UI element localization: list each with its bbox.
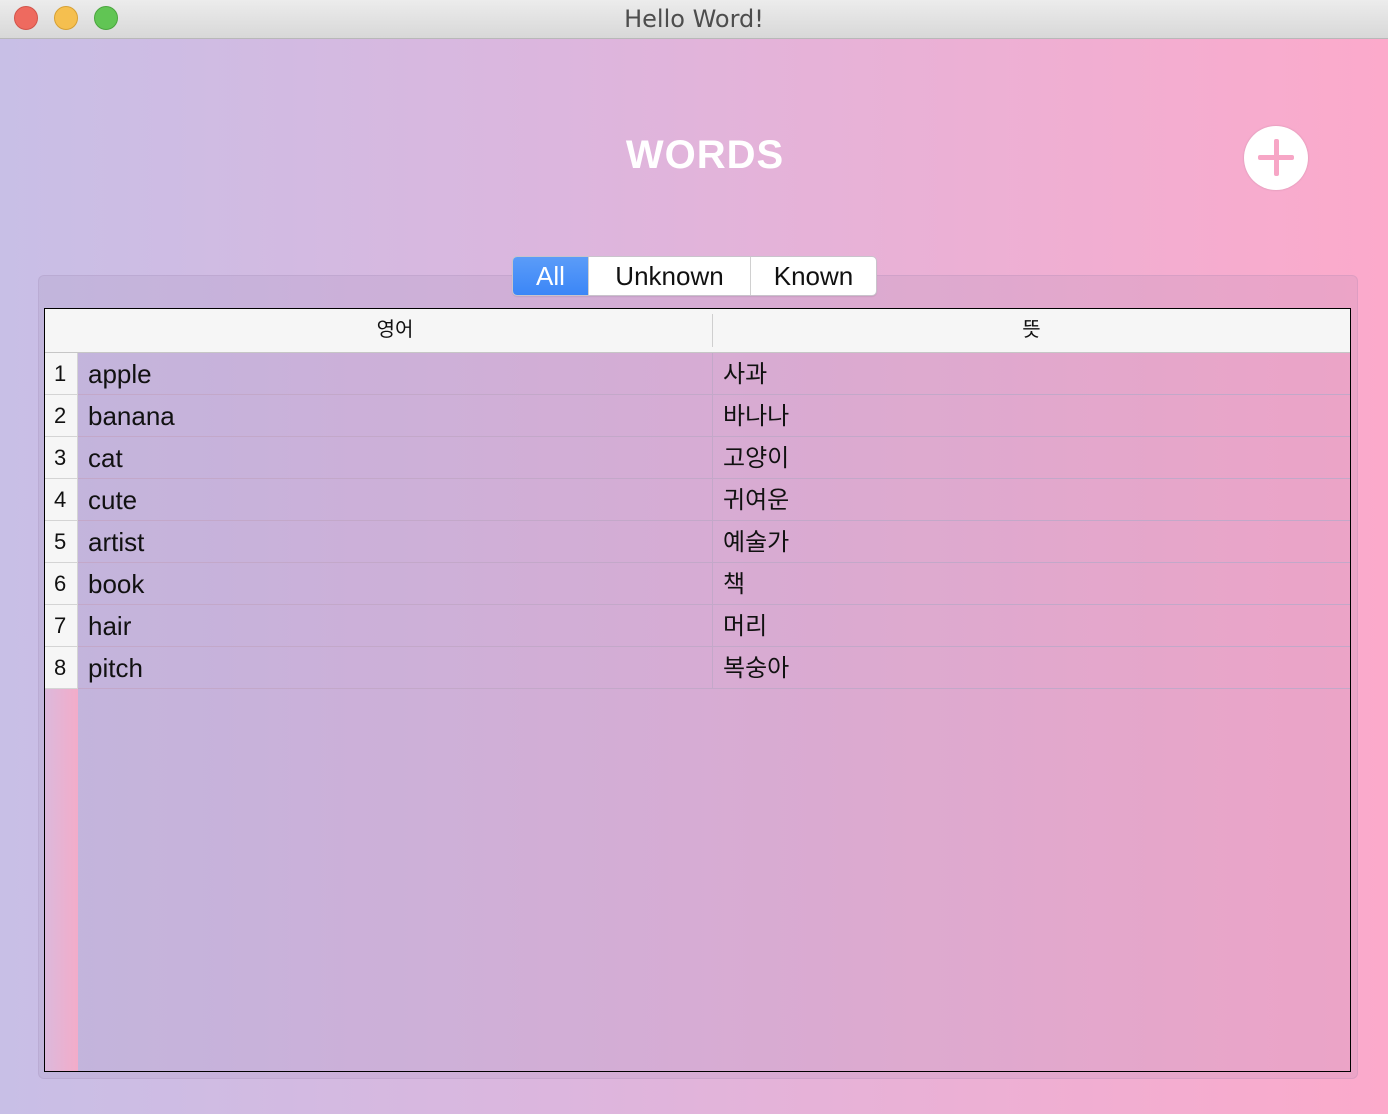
table-row[interactable]: 7 hair 머리 (45, 605, 1350, 647)
table-row[interactable]: 2 banana 바나나 (45, 395, 1350, 437)
row-number: 2 (45, 395, 78, 437)
filter-segmented-control[interactable]: All Unknown Known (512, 256, 877, 296)
plus-icon-vertical (1274, 139, 1279, 176)
filter-known[interactable]: Known (750, 257, 876, 295)
meaning-cell[interactable]: 사과 (713, 353, 1350, 395)
table-row[interactable]: 3 cat 고양이 (45, 437, 1350, 479)
english-cell[interactable]: artist (78, 521, 713, 563)
english-cell[interactable]: banana (78, 395, 713, 437)
table-row[interactable]: 1 apple 사과 (45, 353, 1350, 395)
meaning-cell[interactable]: 머리 (713, 605, 1350, 647)
row-number: 6 (45, 563, 78, 605)
meaning-cell[interactable]: 고양이 (713, 437, 1350, 479)
filter-all[interactable]: All (513, 257, 588, 295)
row-number: 1 (45, 353, 78, 395)
table-row[interactable]: 5 artist 예술가 (45, 521, 1350, 563)
table-row[interactable]: 6 book 책 (45, 563, 1350, 605)
meaning-cell[interactable]: 복숭아 (713, 647, 1350, 689)
english-cell[interactable]: hair (78, 605, 713, 647)
table-row[interactable]: 4 cute 귀여운 (45, 479, 1350, 521)
meaning-cell[interactable]: 바나나 (713, 395, 1350, 437)
english-cell[interactable]: cute (78, 479, 713, 521)
title-bar: Hello Word! (0, 0, 1388, 39)
row-number: 4 (45, 479, 78, 521)
table-row[interactable]: 8 pitch 복숭아 (45, 647, 1350, 689)
meaning-cell[interactable]: 예술가 (713, 521, 1350, 563)
meaning-cell[interactable]: 책 (713, 563, 1350, 605)
filter-unknown[interactable]: Unknown (588, 257, 750, 295)
row-number: 5 (45, 521, 78, 563)
english-cell[interactable]: apple (78, 353, 713, 395)
add-word-button[interactable] (1244, 126, 1308, 190)
english-cell[interactable]: book (78, 563, 713, 605)
main-content: WORDS All Unknown Known 영어 뜻 1 apple 사과 … (0, 39, 1388, 1114)
column-header-english[interactable]: 영어 (78, 309, 712, 352)
row-number: 3 (45, 437, 78, 479)
row-number: 7 (45, 605, 78, 647)
row-number: 8 (45, 647, 78, 689)
window-title: Hello Word! (624, 5, 764, 33)
english-cell[interactable]: cat (78, 437, 713, 479)
meaning-cell[interactable]: 귀여운 (713, 479, 1350, 521)
table-header: 영어 뜻 (45, 309, 1350, 353)
word-table[interactable]: 영어 뜻 1 apple 사과 2 banana 바나나 3 cat 고양이 4… (44, 308, 1351, 1072)
column-header-meaning[interactable]: 뜻 (713, 309, 1350, 352)
english-cell[interactable]: pitch (78, 647, 713, 689)
page-title: WORDS (625, 133, 785, 177)
